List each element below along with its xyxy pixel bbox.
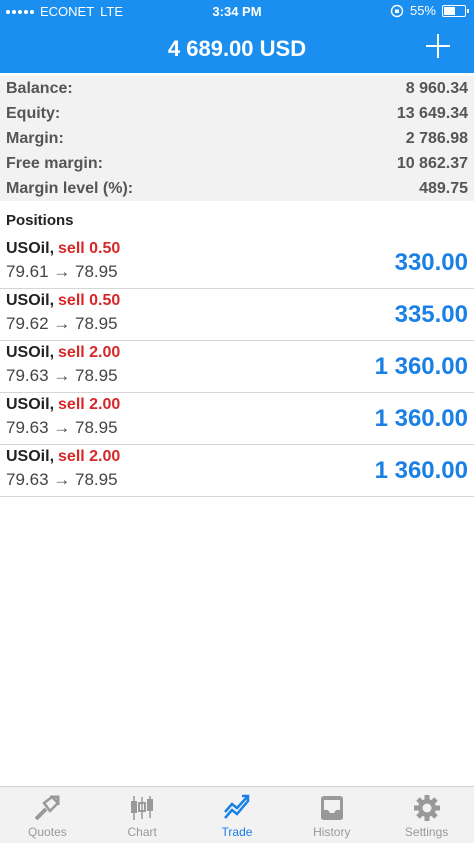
- summary-value: 10 862.37: [396, 154, 468, 172]
- status-right: 55%: [390, 3, 469, 18]
- position-title: USOil, sell 2.00: [6, 448, 120, 466]
- quotes-icon: [32, 793, 62, 823]
- positions-list: USOil, sell 0.50 79.61 → 78.95 330.00 USOil,…: [0, 237, 474, 497]
- position-profit: 330.00: [394, 249, 468, 276]
- summary-value: 489.75: [419, 179, 468, 197]
- position-row[interactable]: USOil, sell 0.50 79.61 → 78.95 330.00: [0, 237, 474, 289]
- position-profit: 1 360.00: [374, 405, 468, 432]
- history-icon: [317, 793, 347, 823]
- summary-label: Equity:: [6, 104, 61, 122]
- position-symbol: USOil,: [6, 292, 55, 309]
- settings-icon: [412, 793, 442, 823]
- summary-row: Margin level (%): 489.75: [0, 176, 474, 201]
- tab-trade[interactable]: Trade: [190, 787, 285, 843]
- position-side-volume: sell 2.00: [58, 344, 121, 361]
- tab-bar: Quotes Chart Trade History Settings: [0, 786, 474, 843]
- position-row[interactable]: USOil, sell 2.00 79.63 → 78.95 1 360.00: [0, 445, 474, 497]
- position-title: USOil, sell 0.50: [6, 292, 120, 310]
- tab-quotes[interactable]: Quotes: [0, 787, 95, 843]
- position-side-volume: sell 2.00: [58, 396, 121, 413]
- new-order-plus-icon[interactable]: [424, 32, 452, 60]
- summary-label: Margin level (%):: [6, 179, 134, 197]
- account-balance-title: 4 689.00 USD: [167, 36, 307, 61]
- position-profit: 1 360.00: [374, 457, 468, 484]
- summary-row: Balance: 8 960.34: [0, 76, 474, 101]
- position-prices: 79.61 → 78.95: [6, 262, 118, 281]
- position-title: USOil, sell 2.00: [6, 396, 120, 414]
- tab-settings[interactable]: Settings: [379, 787, 474, 843]
- battery-percent: 55%: [409, 3, 436, 18]
- summary-label: Margin:: [6, 129, 64, 147]
- summary-row: Equity: 13 649.34: [0, 101, 474, 126]
- battery-icon: [442, 4, 469, 17]
- position-row[interactable]: USOil, sell 2.00 79.63 → 78.95 1 360.00: [0, 393, 474, 445]
- status-bar: ECONET LTE 3:34 PM 55%: [0, 0, 474, 24]
- tab-label: History: [313, 825, 351, 839]
- position-profit: 1 360.00: [374, 353, 468, 380]
- position-symbol: USOil,: [6, 240, 55, 257]
- summary-row: Free margin: 10 862.37: [0, 151, 474, 176]
- position-symbol: USOil,: [6, 344, 55, 361]
- position-prices: 79.63 → 78.95: [6, 418, 118, 437]
- position-row[interactable]: USOil, sell 0.50 79.62 → 78.95 335.00: [0, 289, 474, 341]
- summary-label: Free margin:: [6, 154, 103, 172]
- top-bar: ECONET LTE 3:34 PM 55% 4 689.00 USD: [0, 0, 474, 73]
- position-row[interactable]: USOil, sell 2.00 79.63 → 78.95 1 360.00: [0, 341, 474, 393]
- chart-icon: [127, 793, 157, 823]
- trade-icon: [222, 793, 252, 823]
- tab-chart[interactable]: Chart: [95, 787, 190, 843]
- position-side-volume: sell 0.50: [58, 240, 121, 257]
- position-profit: 335.00: [394, 301, 468, 328]
- summary-row: Margin: 2 786.98: [0, 126, 474, 151]
- tab-label: Quotes: [28, 825, 67, 839]
- summary-value: 8 960.34: [405, 79, 468, 97]
- account-summary: Balance: 8 960.34 Equity: 13 649.34 Margin: 2…: [0, 76, 474, 201]
- position-title: USOil, sell 2.00: [6, 344, 120, 362]
- position-side-volume: sell 2.00: [58, 448, 121, 465]
- summary-value: 2 786.98: [405, 129, 468, 147]
- position-symbol: USOil,: [6, 448, 55, 465]
- tab-label: Settings: [404, 825, 449, 839]
- position-symbol: USOil,: [6, 396, 55, 413]
- tab-label: Trade: [221, 825, 253, 839]
- position-prices: 79.62 → 78.95: [6, 314, 118, 333]
- orientation-lock-icon: [390, 4, 404, 17]
- position-prices: 79.63 → 78.95: [6, 470, 118, 489]
- tab-label: Chart: [127, 825, 157, 839]
- summary-label: Balance:: [6, 79, 73, 97]
- positions-header: Positions: [0, 205, 474, 235]
- position-side-volume: sell 0.50: [58, 292, 121, 309]
- position-title: USOil, sell 0.50: [6, 240, 120, 258]
- position-prices: 79.63 → 78.95: [6, 366, 118, 385]
- summary-value: 13 649.34: [396, 104, 468, 122]
- tab-history[interactable]: History: [284, 787, 379, 843]
